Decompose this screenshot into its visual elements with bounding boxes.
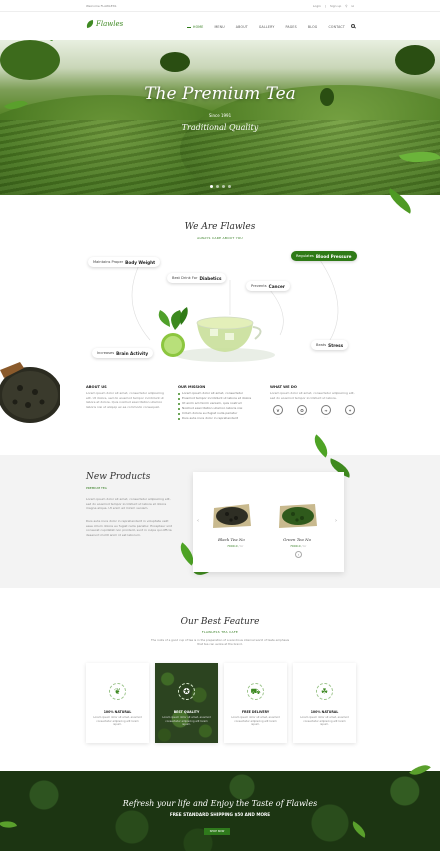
cart-icon[interactable]: ⊡ [351, 4, 354, 8]
feature-title: 100% NATURAL [310, 710, 339, 714]
header: Flawles HOME MENU ABOUT GALLERY PAGES BL… [0, 12, 440, 40]
cta-title: Refresh your life and Enjoy the Taste of… [122, 799, 318, 808]
hero-subtitle: Traditional Quality [181, 123, 259, 132]
products-subtitle: PREMIUM TEA [86, 486, 107, 490]
feature-card: ☘ 100% NATURAL Lorem ipsum dolor sit ame… [293, 663, 356, 743]
nav-item-home[interactable]: HOME [187, 25, 203, 29]
feature-card: ❦ 100% NATURAL Lorem ipsum dolor sit ame… [86, 663, 149, 743]
chevron-right-icon[interactable]: › [335, 518, 337, 524]
product-price: 7000.0 / kr [227, 544, 244, 548]
benefit-stress: Beats Stress [311, 340, 349, 350]
signup-link[interactable]: Sign up [330, 4, 341, 8]
award-badge: ✪ · · · [294, 405, 310, 419]
award-badge: ❦ · · · [270, 405, 286, 419]
benefit-body-weight: Maintains Proper Body Weight [88, 257, 161, 267]
about-subtitle: ALWAYS CARE ABOUT YOU [197, 236, 243, 240]
benefit-brain-activity: Increases Brain Activity [92, 348, 154, 358]
features-title: Our Best Feature [180, 617, 260, 627]
main-nav: HOME MENU ABOUT GALLERY PAGES BLOG CONTA… [187, 25, 345, 29]
nav-item-contact[interactable]: CONTACT [328, 25, 345, 29]
feature-text: Lorem ipsum dolor sit amet, eiusmod cons… [93, 716, 142, 727]
add-to-cart-icon[interactable]: › [295, 551, 302, 558]
login-link[interactable]: Login [313, 4, 321, 8]
product-name[interactable]: Green Tea No [283, 537, 311, 542]
welcome-text: Welcome FLAWLESS [86, 4, 117, 8]
search-icon[interactable] [351, 24, 355, 28]
product-carousel: ‹ › Black Tea No 7000.0 / kr Green Tea N… [193, 472, 344, 572]
leaf-hands-icon: ❦ [109, 683, 126, 700]
brand-name: Flawles [96, 20, 124, 28]
what-we-do-text: Lorem ipsum dolor sit amet, consectetur … [270, 391, 355, 400]
award-icon: ✪ [178, 683, 195, 700]
feature-text: Lorem ipsum dolor sit amet, eiusmod cons… [162, 716, 211, 727]
green-tea-image [279, 504, 317, 528]
product-name[interactable]: Black Tea No [218, 537, 245, 542]
page: { "topbar":{"welcome":"Welcome FLAWLESS"… [0, 0, 440, 851]
mission-title: OUR MISSION [178, 385, 206, 389]
cta-banner [0, 771, 440, 851]
search-small-icon[interactable]: ⚲ [345, 4, 347, 8]
cta-offer: FREE STANDARD SHIPPING $50 AND MORE [169, 812, 271, 817]
features-subtitle: FLAWLESS TEA CAFE [201, 630, 239, 634]
what-we-do-title: WHAT WE DO [270, 385, 297, 389]
hero-title: The Premium Tea [144, 84, 296, 104]
nav-item-pages[interactable]: PAGES [285, 25, 296, 29]
black-tea-image [213, 504, 251, 528]
quality-badges: ❦ · · · ✪ · · · ❧ · · · ✦ · · · [270, 405, 358, 419]
nav-item-about[interactable]: ABOUT [236, 25, 248, 29]
feature-card: ⛟ FREE DELIVERY Lorem ipsum dolor sit am… [224, 663, 287, 743]
nav-item-menu[interactable]: MENU [214, 25, 224, 29]
tea-leaves-bowl-image [0, 362, 60, 423]
list-item: Duis aute irure dolor in reprehenderit [178, 416, 263, 421]
feature-title: 100% NATURAL [103, 710, 132, 714]
benefit-diabetics: Best Drink For Diabetics [167, 273, 227, 283]
medal-icon: ✪ [297, 405, 307, 415]
about-us-text: Lorem ipsum dolor sit amet, consectetur … [86, 391, 164, 409]
products-text-2: Duis aute irure dolor in reprehenderit i… [86, 519, 172, 537]
nav-item-blog[interactable]: BLOG [308, 25, 318, 29]
leaf-badge-icon: ❧ [321, 405, 331, 415]
mission-list: Lorem ipsum dolor sit amet, consectetur … [178, 391, 263, 421]
top-bar: Welcome FLAWLESS Login | Sign up ⚲ ⊡ [0, 0, 440, 12]
logo[interactable]: Flawles [85, 19, 124, 29]
award-badge: ❧ · · · [318, 405, 334, 419]
feature-card: ✪ BEST QUALITY Lorem ipsum dolor sit ame… [155, 663, 218, 743]
shop-now-button[interactable]: SHOP NOW [204, 828, 230, 835]
feature-text: Lorem ipsum dolor sit amet, eiusmod cons… [300, 716, 349, 727]
about-title: We Are Flawles [184, 222, 256, 232]
hero-banner: The Premium Tea Since 1991 Traditional Q… [0, 40, 440, 195]
products-text-1: Lorem ipsum dolor sit amet, consectetur … [86, 497, 171, 511]
features-intro: The roots of a good cup of tea is in the… [150, 638, 290, 647]
chevron-left-icon[interactable]: ‹ [197, 518, 199, 524]
benefit-blood-pressure: Regulates Blood Pressure [291, 251, 357, 261]
hero-since: Since 1991 [208, 113, 232, 118]
star-badge-icon: ✦ [345, 405, 355, 415]
about-us-title: ABOUT US [86, 385, 107, 389]
feature-title: BEST QUALITY [173, 710, 200, 714]
leaf-logo-icon [85, 19, 95, 29]
product-price: 7000.0 / kr [290, 544, 307, 548]
delivery-cart-icon: ⛟ [247, 683, 264, 700]
people-icon: ☘ [316, 683, 333, 700]
products-title: New Products [86, 472, 151, 482]
tea-cup-image [158, 307, 275, 362]
award-badge: ✦ · · · [342, 405, 358, 419]
feature-title: FREE DELIVERY [241, 710, 270, 714]
laurel-icon: ❦ [273, 405, 283, 415]
slider-dots[interactable] [210, 185, 231, 188]
benefit-cancer: Prevents Cancer [246, 281, 290, 291]
nav-item-gallery[interactable]: GALLERY [259, 25, 275, 29]
feature-text: Lorem ipsum dolor sit amet, eiusmod cons… [231, 716, 280, 727]
